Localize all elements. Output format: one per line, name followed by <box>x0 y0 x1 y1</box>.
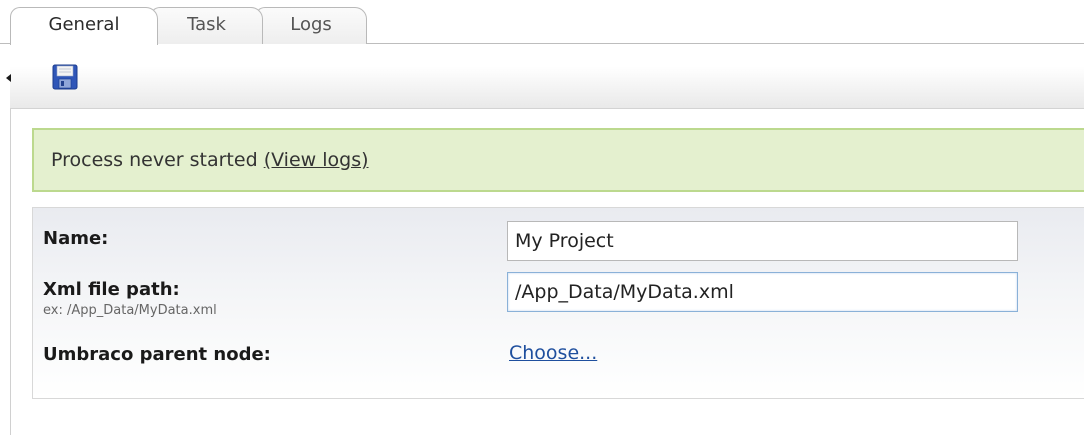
save-button[interactable] <box>52 64 78 90</box>
status-message: Process never started (View logs) <box>51 149 369 171</box>
triangle-left-icon[interactable] <box>6 74 11 82</box>
tab-logs-label: Logs <box>290 14 332 35</box>
tab-task-label: Task <box>187 14 226 35</box>
properties-panel: Name: Xml file path: ex: /App_Data/MyDat… <box>32 207 1084 399</box>
toolbar <box>6 44 1084 109</box>
choose-parent-node-link[interactable]: Choose... <box>509 342 597 364</box>
tab-general-label: General <box>48 14 120 35</box>
tab-general[interactable]: General <box>10 7 158 45</box>
name-label: Name: <box>43 228 109 249</box>
tab-strip: Logs Task General <box>0 0 1084 45</box>
page: Logs Task General Process never started <box>0 0 1084 435</box>
view-logs-link[interactable]: (View logs) <box>264 149 369 171</box>
status-text: Process never started <box>51 149 258 171</box>
xml-path-label: Xml file path: <box>43 279 180 300</box>
parent-node-label: Umbraco parent node: <box>43 344 271 365</box>
xml-path-input[interactable] <box>507 272 1018 312</box>
status-banner: Process never started (View logs) <box>32 128 1084 192</box>
tab-logs[interactable]: Logs <box>255 7 367 44</box>
xml-path-hint: ex: /App_Data/MyData.xml <box>43 303 217 318</box>
floppy-disk-icon <box>52 64 78 90</box>
name-input[interactable] <box>507 221 1018 261</box>
tab-task[interactable]: Task <box>150 7 263 44</box>
